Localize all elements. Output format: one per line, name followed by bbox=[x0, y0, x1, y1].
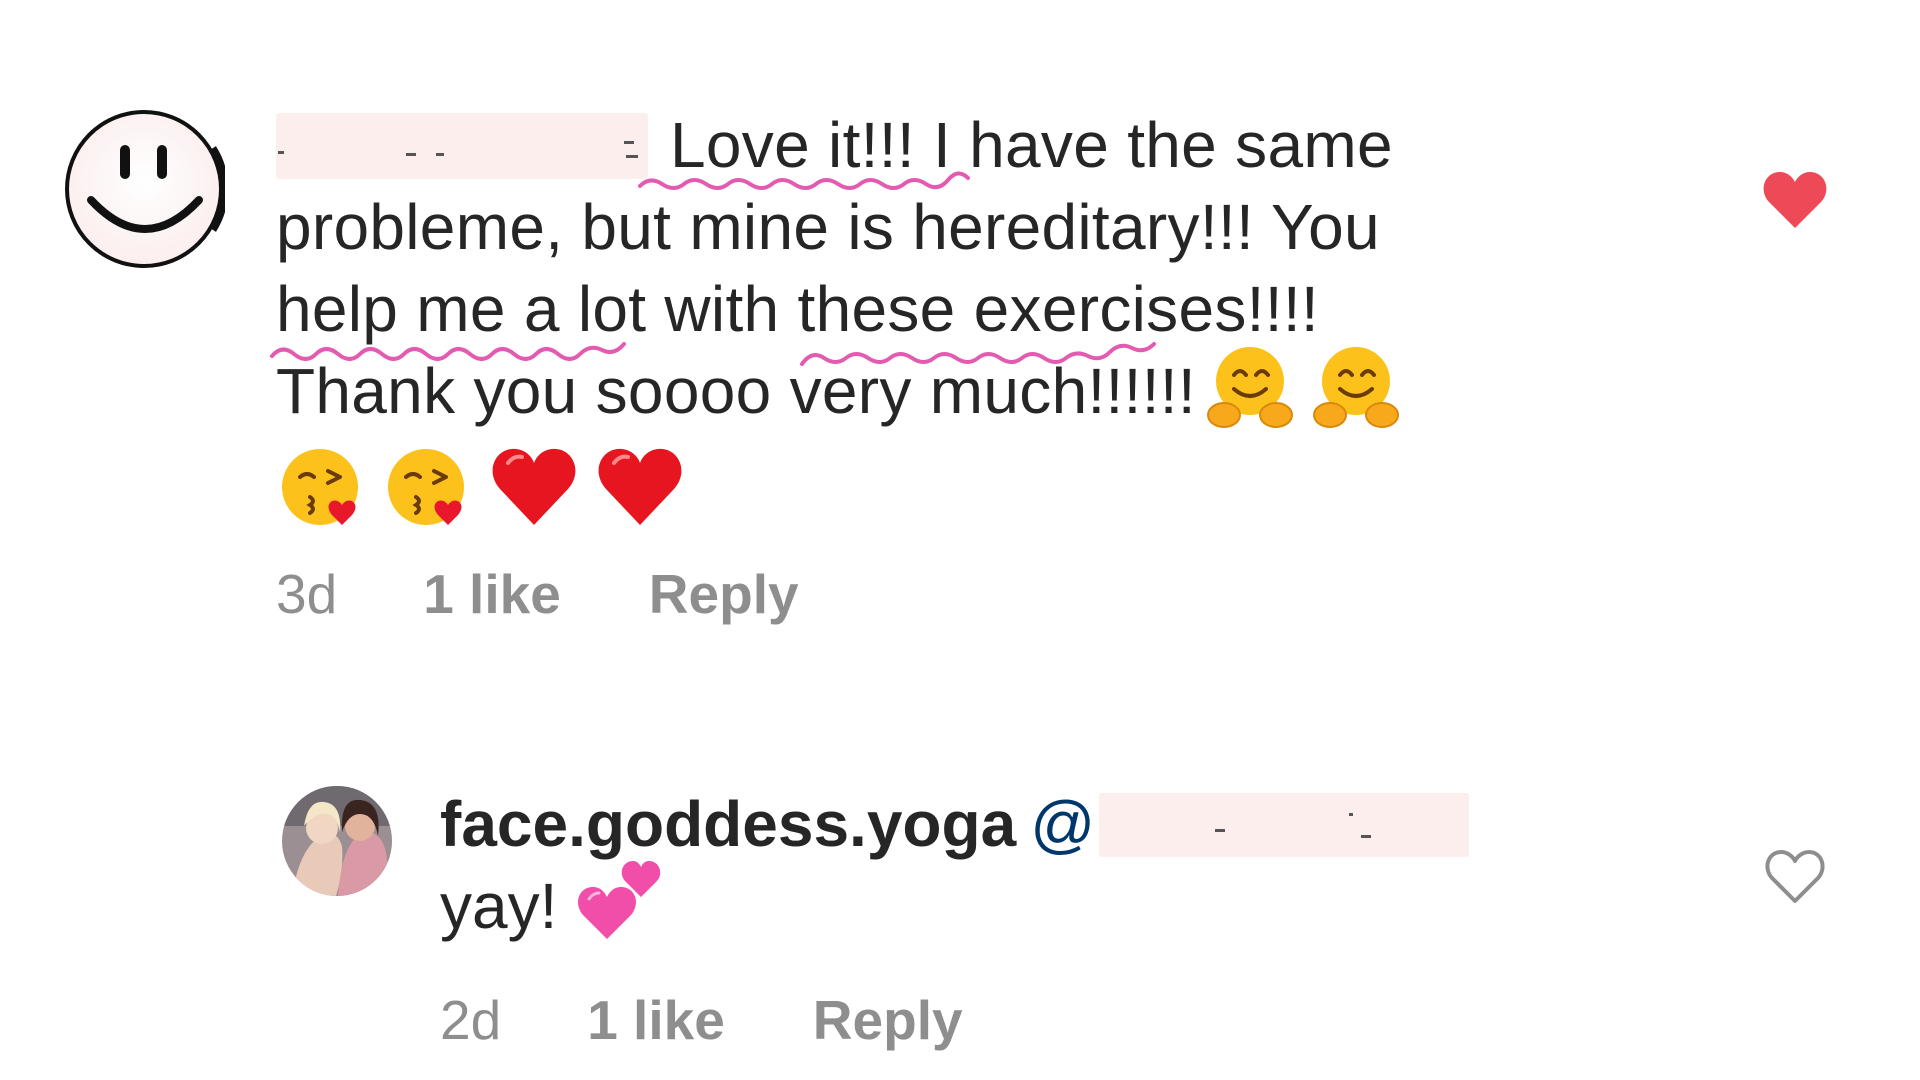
comment-line bbox=[276, 433, 1596, 533]
comment-line: Thank you soooo very much!!!!!! bbox=[276, 347, 1596, 433]
comment-body: yay! bbox=[440, 861, 663, 946]
comment-text-line: Love it!!! I have the same bbox=[670, 109, 1393, 181]
comment-text-line: help me a lot with these exercises!!!! bbox=[276, 273, 1319, 345]
comment-age: 2d bbox=[440, 989, 502, 1051]
comment-header: face.goddess.yoga @ bbox=[440, 784, 1470, 864]
face-blowing-kiss-icon bbox=[388, 449, 464, 526]
likes-count-button[interactable]: 1 like bbox=[587, 988, 725, 1052]
face-blowing-kiss-icon bbox=[282, 449, 358, 526]
hugging-face-icon bbox=[1206, 347, 1293, 429]
mention-prefix: @ bbox=[1030, 788, 1096, 860]
reply-button[interactable]: Reply bbox=[649, 562, 799, 626]
emoji-group bbox=[276, 441, 686, 533]
hugging-face-icon bbox=[1312, 347, 1399, 429]
comment-body: Love it!!! I have the same probleme, but… bbox=[276, 104, 1596, 533]
avatar[interactable] bbox=[282, 786, 392, 896]
comment-text-line: Thank you soooo very much!!!!!! bbox=[276, 355, 1196, 427]
comment-text-line: probleme, but mine is hereditary!!! You bbox=[276, 191, 1380, 263]
likes-count-button[interactable]: 1 like bbox=[423, 562, 561, 626]
comment-line: help me a lot with these exercises!!!! bbox=[276, 268, 1596, 350]
comment-thread: Love it!!! I have the same probleme, but… bbox=[0, 0, 1920, 1080]
red-heart-icon bbox=[598, 448, 682, 526]
like-heart-icon[interactable] bbox=[1764, 848, 1826, 904]
comment-age: 3d bbox=[276, 563, 338, 625]
liked-heart-icon[interactable] bbox=[1762, 170, 1828, 230]
comment-meta: 2d 1 like Reply bbox=[440, 988, 963, 1052]
comment-line: Love it!!! I have the same bbox=[276, 104, 1596, 186]
username-link[interactable]: face.goddess.yoga bbox=[440, 788, 1016, 860]
emoji-group bbox=[1204, 341, 1402, 433]
redacted-mention bbox=[1099, 793, 1470, 858]
smiley-avatar-icon[interactable] bbox=[63, 108, 225, 270]
comment-text: yay! bbox=[440, 870, 558, 942]
profile-photo-icon bbox=[282, 786, 392, 896]
comment-meta: 3d 1 like Reply bbox=[276, 562, 799, 626]
reply-button[interactable]: Reply bbox=[813, 988, 963, 1052]
red-heart-icon bbox=[492, 448, 576, 526]
mention-link[interactable]: @ bbox=[1030, 788, 1470, 860]
two-hearts-icon bbox=[578, 861, 661, 940]
comment-line: probleme, but mine is hereditary!!! You bbox=[276, 186, 1596, 268]
redacted-username[interactable] bbox=[276, 113, 648, 180]
